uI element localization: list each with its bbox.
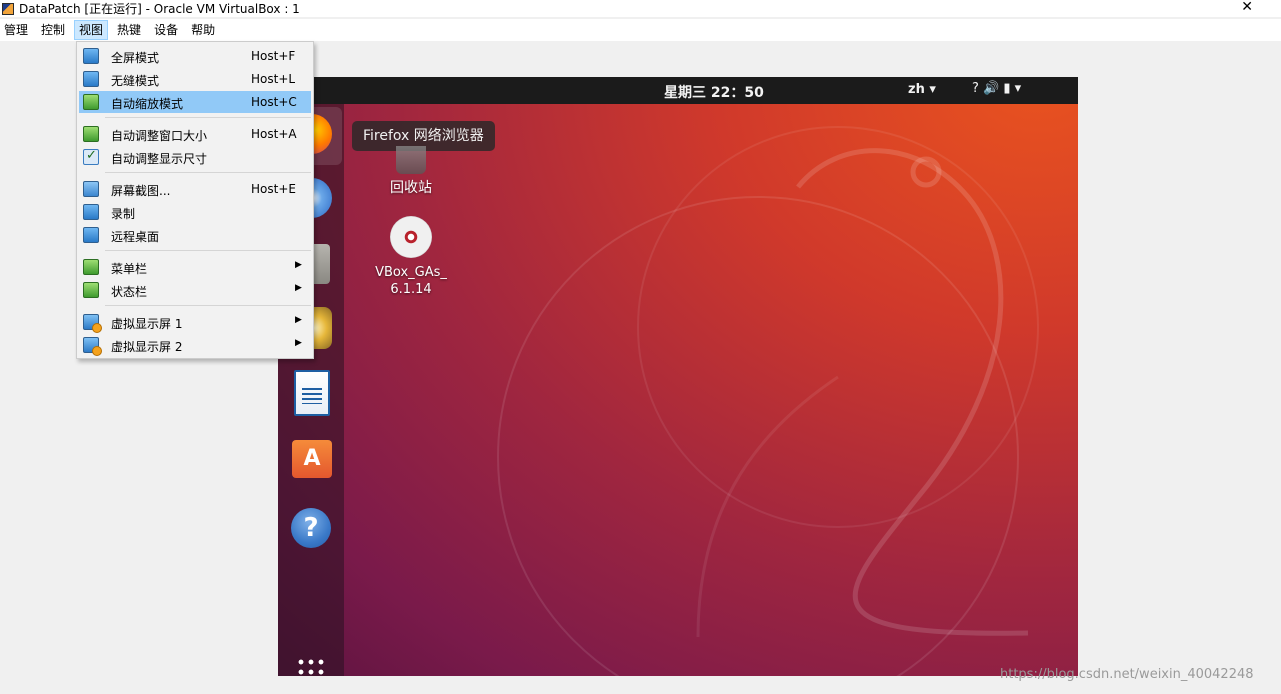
menu-item-label: 录制 bbox=[111, 207, 136, 221]
menu-item-label: 虚拟显示屏 1 bbox=[111, 317, 183, 331]
trash-icon[interactable] bbox=[396, 146, 426, 174]
virtualbox-app-icon bbox=[2, 2, 14, 15]
cd-label-line2: 6.1.14 bbox=[390, 282, 432, 297]
statusbar-icon bbox=[83, 282, 99, 298]
menu-item-shortcut: Host+C bbox=[251, 95, 297, 109]
fullscreen-icon bbox=[83, 48, 99, 64]
cd-label[interactable]: VBox_GAs_ 6.1.14 bbox=[366, 264, 456, 298]
menu-separator bbox=[105, 250, 311, 251]
menu-item-shortcut: Host+A bbox=[251, 127, 297, 141]
menu-item-label: 状态栏 bbox=[111, 285, 148, 299]
menu-separator bbox=[105, 117, 311, 118]
menu-item-label: 自动缩放模式 bbox=[111, 97, 184, 111]
clock[interactable]: 星期三 22：50 bbox=[664, 82, 764, 102]
menu-item-label: 屏幕截图... bbox=[111, 184, 171, 198]
menu-separator bbox=[105, 172, 311, 173]
menu-machine[interactable]: 管理 bbox=[0, 20, 32, 40]
show-applications-icon[interactable] bbox=[296, 657, 326, 676]
menu-item-fullscreen[interactable]: 全屏模式 Host+F bbox=[79, 45, 311, 67]
menu-item-label: 无缝模式 bbox=[111, 74, 160, 88]
menu-item-seamless[interactable]: 无缝模式 Host+L bbox=[79, 68, 311, 90]
window-close-button[interactable]: ✕ bbox=[1241, 0, 1253, 15]
menu-item-recording[interactable]: 录制 bbox=[79, 201, 311, 223]
menu-item-shortcut: Host+L bbox=[251, 72, 296, 86]
cd-icon[interactable] bbox=[390, 216, 432, 258]
menu-item-label: 虚拟显示屏 2 bbox=[111, 340, 183, 354]
menu-item-label: 菜单栏 bbox=[111, 262, 148, 276]
menu-control[interactable]: 控制 bbox=[37, 20, 69, 40]
submenu-arrow-icon: ▶ bbox=[295, 283, 302, 293]
trash-label[interactable]: 回收站 bbox=[386, 177, 436, 197]
libreoffice-writer-icon[interactable] bbox=[294, 370, 330, 416]
checkmark-icon bbox=[83, 148, 99, 165]
menu-item-shortcut: Host+E bbox=[251, 182, 296, 196]
cd-label-line1: VBox_GAs_ bbox=[375, 265, 447, 280]
scale-icon bbox=[83, 94, 99, 110]
guest-screen[interactable]: 动 星期三 22：50 zh ▾ ? 🔊 ▮ ▾ A ? Firefox 网络浏… bbox=[278, 77, 1078, 676]
menu-item-label: 自动调整显示尺寸 bbox=[111, 152, 208, 166]
menu-item-shortcut: Host+F bbox=[251, 49, 296, 63]
window-titlebar: DataPatch [正在运行] - Oracle VM VirtualBox … bbox=[0, 0, 1281, 17]
menu-separator bbox=[105, 305, 311, 306]
menu-item-statusbar[interactable]: 状态栏 ▶ bbox=[79, 279, 311, 301]
watermark: https://blog.csdn.net/weixin_40042248 bbox=[1000, 667, 1254, 682]
input-language-indicator[interactable]: zh ▾ bbox=[908, 82, 936, 97]
menu-item-menubar[interactable]: 菜单栏 ▶ bbox=[79, 256, 311, 278]
seamless-icon bbox=[83, 71, 99, 87]
adjust-window-icon bbox=[83, 126, 99, 142]
menu-item-label: 远程桌面 bbox=[111, 230, 160, 244]
virtual-screen-icon bbox=[83, 337, 102, 356]
menubar: 管理 控制 视图 热键 设备 帮助 bbox=[0, 19, 1281, 41]
menu-input[interactable]: 热键 bbox=[113, 20, 145, 40]
ubuntu-top-bar: 动 星期三 22：50 zh ▾ ? 🔊 ▮ ▾ bbox=[278, 77, 1078, 104]
menu-view[interactable]: 视图 bbox=[74, 20, 109, 40]
help-icon[interactable]: ? bbox=[291, 508, 331, 548]
menu-item-remote-desktop[interactable]: 远程桌面 bbox=[79, 224, 311, 246]
menu-item-adjust-window[interactable]: 自动调整窗口大小 Host+A bbox=[79, 123, 311, 145]
menu-item-scaled-mode[interactable]: 自动缩放模式 Host+C bbox=[79, 91, 311, 113]
submenu-arrow-icon: ▶ bbox=[295, 338, 302, 348]
virtual-screen-icon bbox=[83, 314, 102, 333]
view-menu-dropdown: 全屏模式 Host+F 无缝模式 Host+L 自动缩放模式 Host+C 自动… bbox=[76, 41, 314, 359]
menu-item-virtual-screen-1[interactable]: 虚拟显示屏 1 ▶ bbox=[79, 311, 311, 333]
remote-desktop-icon bbox=[83, 227, 99, 243]
window-title: DataPatch [正在运行] - Oracle VM VirtualBox … bbox=[19, 2, 300, 16]
menu-item-label: 全屏模式 bbox=[111, 51, 160, 65]
submenu-arrow-icon: ▶ bbox=[295, 315, 302, 325]
recording-icon bbox=[83, 204, 99, 220]
menu-item-screenshot[interactable]: 屏幕截图... Host+E bbox=[79, 178, 311, 200]
menubar-icon bbox=[83, 259, 99, 275]
menu-devices[interactable]: 设备 bbox=[150, 20, 182, 40]
submenu-arrow-icon: ▶ bbox=[295, 260, 302, 270]
menu-item-label: 自动调整窗口大小 bbox=[111, 129, 208, 143]
menu-item-virtual-screen-2[interactable]: 虚拟显示屏 2 ▶ bbox=[79, 334, 311, 356]
menu-help[interactable]: 帮助 bbox=[187, 20, 219, 40]
software-center-icon[interactable]: A bbox=[292, 440, 332, 478]
menu-item-auto-resize-guest[interactable]: 自动调整显示尺寸 bbox=[79, 146, 311, 168]
document-lines bbox=[302, 388, 322, 404]
screenshot-icon bbox=[83, 181, 99, 197]
system-status-icons[interactable]: ? 🔊 ▮ ▾ bbox=[972, 81, 1021, 96]
